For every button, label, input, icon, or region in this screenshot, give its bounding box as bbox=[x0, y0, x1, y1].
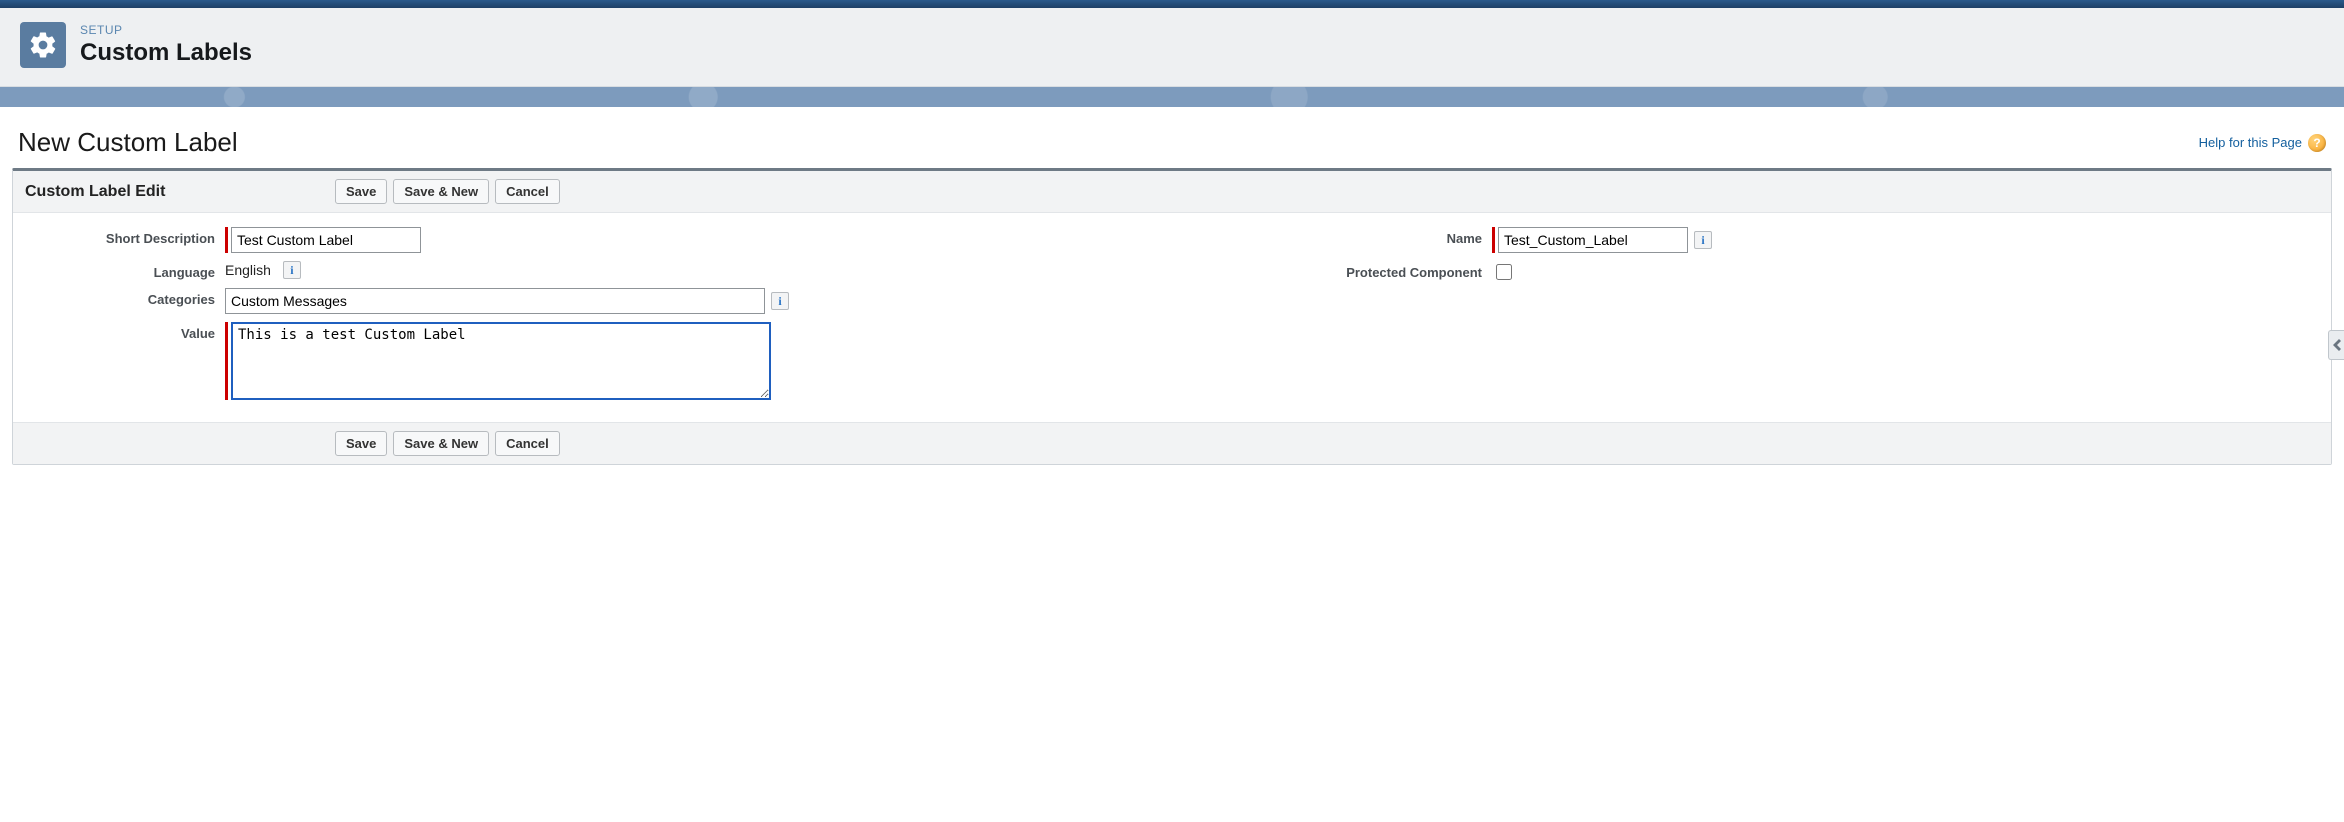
help-icon: ? bbox=[2308, 134, 2326, 152]
label-categories: Categories bbox=[25, 288, 225, 307]
help-link-label: Help for this Page bbox=[2199, 135, 2302, 150]
short-description-input[interactable] bbox=[231, 227, 421, 253]
side-expand-tab[interactable] bbox=[2328, 330, 2344, 360]
label-protected-component: Protected Component bbox=[1192, 261, 1492, 280]
info-icon[interactable]: i bbox=[771, 292, 789, 310]
save-button[interactable]: Save bbox=[335, 179, 387, 204]
required-indicator bbox=[225, 322, 228, 400]
protected-checkbox[interactable] bbox=[1496, 264, 1512, 280]
gear-icon bbox=[20, 22, 66, 68]
cancel-button-bottom[interactable]: Cancel bbox=[495, 431, 560, 456]
edit-panel: Custom Label Edit Save Save & New Cancel… bbox=[12, 168, 2332, 465]
label-value: Value bbox=[25, 322, 225, 341]
page-title: New Custom Label bbox=[18, 127, 238, 158]
label-language: Language bbox=[25, 261, 225, 280]
breadcrumb: SETUP bbox=[80, 23, 252, 37]
save-button-bottom[interactable]: Save bbox=[335, 431, 387, 456]
window-top-bar bbox=[0, 0, 2344, 8]
info-icon[interactable]: i bbox=[283, 261, 301, 279]
save-new-button-bottom[interactable]: Save & New bbox=[393, 431, 489, 456]
language-value: English bbox=[225, 262, 277, 278]
decorative-contour bbox=[0, 87, 2344, 107]
header-title: Custom Labels bbox=[80, 39, 252, 67]
help-link[interactable]: Help for this Page ? bbox=[2199, 134, 2326, 152]
setup-header: SETUP Custom Labels bbox=[0, 8, 2344, 87]
categories-input[interactable] bbox=[225, 288, 765, 314]
required-indicator bbox=[1492, 227, 1495, 253]
save-new-button[interactable]: Save & New bbox=[393, 179, 489, 204]
label-short-description: Short Description bbox=[25, 227, 225, 246]
name-input[interactable] bbox=[1498, 227, 1688, 253]
info-icon[interactable]: i bbox=[1694, 231, 1712, 249]
cancel-button[interactable]: Cancel bbox=[495, 179, 560, 204]
value-textarea[interactable] bbox=[231, 322, 771, 400]
section-title: Custom Label Edit bbox=[25, 183, 335, 201]
required-indicator bbox=[225, 227, 228, 253]
label-name: Name bbox=[1192, 227, 1492, 246]
